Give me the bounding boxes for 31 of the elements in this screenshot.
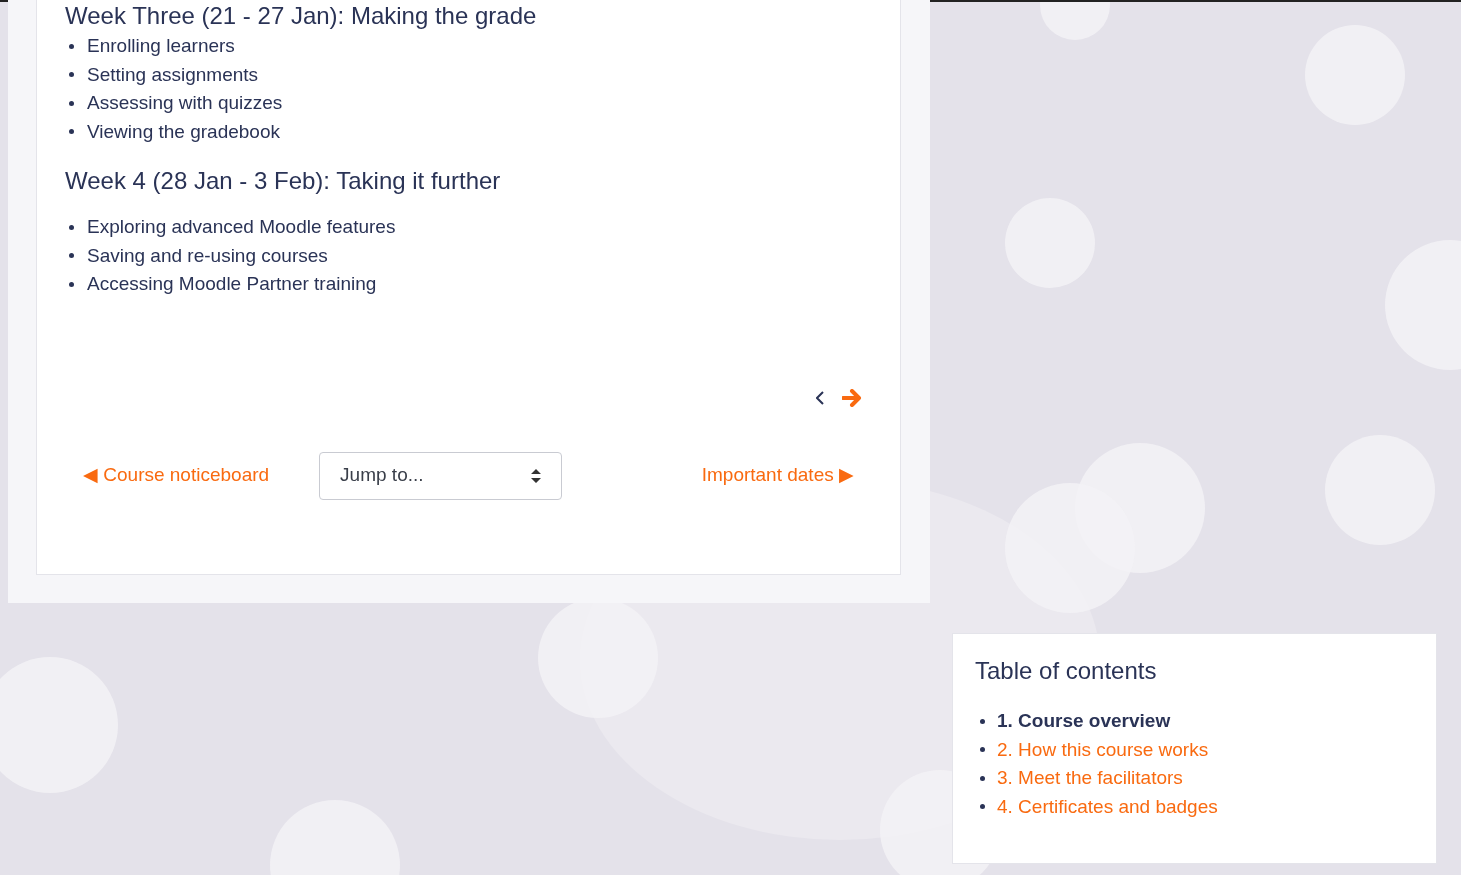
bullet-icon <box>980 775 985 781</box>
toc-link[interactable]: 4. Certificates and badges <box>997 792 1218 821</box>
toc-title: Table of contents <box>975 656 1158 686</box>
toc-link[interactable]: 1. Course overview <box>997 707 1171 736</box>
list-item: Saving and re-using courses <box>87 243 328 268</box>
section-heading: Week Three (21 - 27 Jan): Making the grade <box>65 2 538 30</box>
section-heading: Week 4 (28 Jan - 3 Feb): Taking it further <box>65 166 502 196</box>
bullet-icon <box>69 224 74 230</box>
list-item: Assessing with quizzes <box>87 91 283 115</box>
sort-icon <box>531 468 542 483</box>
toc-link[interactable]: 2. How this course works <box>997 735 1209 764</box>
bullet-icon <box>69 100 74 106</box>
bullet-icon <box>980 804 985 810</box>
toc-link[interactable]: 3. Meet the facilitators <box>997 764 1183 793</box>
list-item: Setting assignments <box>87 62 259 87</box>
list-item: Viewing the gradebook <box>87 119 280 144</box>
bullet-icon <box>980 747 985 753</box>
list-item: Exploring advanced Moodle features <box>87 215 396 239</box>
previous-link[interactable]: ◀ Course noticeboard <box>83 461 270 490</box>
bullet-icon <box>69 72 74 78</box>
bullet-icon <box>69 43 74 49</box>
bullet-icon <box>69 281 74 287</box>
jump-select[interactable]: Jump to... <box>319 451 563 500</box>
arrow-right-icon[interactable] <box>842 388 862 407</box>
bullet-icon <box>69 129 74 135</box>
bullet-icon <box>69 253 74 259</box>
chevron-left-icon[interactable] <box>816 390 824 405</box>
list-item: Accessing Moodle Partner training <box>87 272 377 296</box>
list-item: Enrolling learners <box>87 34 235 58</box>
next-link[interactable]: Important dates ▶ <box>701 461 854 490</box>
bullet-icon <box>980 718 985 724</box>
